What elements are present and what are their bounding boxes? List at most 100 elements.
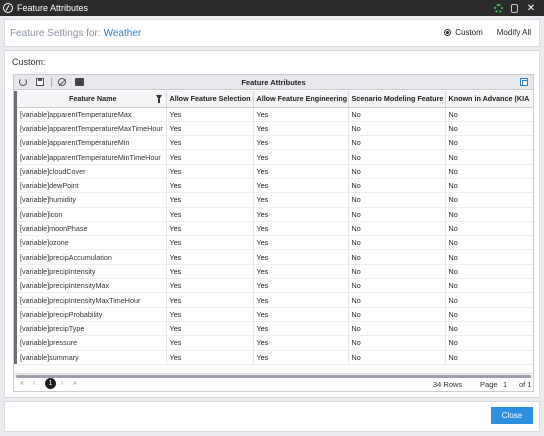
scenario-modeling-feature-cell[interactable]: No <box>348 178 446 194</box>
feature-name-cell[interactable]: [variable]apparentTemperatureMax <box>17 107 167 122</box>
filter-icon[interactable] <box>155 95 162 103</box>
scenario-modeling-feature-cell[interactable]: No <box>348 292 446 308</box>
last-page-button[interactable]: » <box>73 380 77 387</box>
table-row[interactable]: [variable]precipIntensityMaxTimeHour Yes Y… <box>14 292 533 308</box>
allow-feature-selection-cell[interactable]: Yes <box>166 207 254 222</box>
feature-name-cell[interactable]: [variable]precipIntensity <box>17 264 167 280</box>
allow-feature-engineering-cell[interactable]: Yes <box>253 135 349 151</box>
next-page-button[interactable]: › <box>61 380 63 387</box>
feature-name-cell[interactable]: [variable]summary <box>17 350 167 365</box>
known-in-advance-cell[interactable]: No <box>445 235 533 251</box>
known-in-advance-cell[interactable]: No <box>445 221 533 237</box>
modify-all-radio[interactable]: Modify All <box>497 28 531 37</box>
allow-feature-engineering-cell[interactable]: Yes <box>253 235 349 251</box>
allow-feature-selection-cell[interactable]: Yes <box>166 235 254 251</box>
table-row[interactable]: [variable]precipType Yes Yes No No <box>14 321 533 337</box>
feature-name-cell[interactable]: [variable]moonPhase <box>17 221 167 237</box>
feature-name-cell[interactable]: [variable]humidity <box>17 192 167 208</box>
allow-feature-selection-cell[interactable]: Yes <box>166 135 254 151</box>
feature-name-cell[interactable]: [variable]precipAccumulation <box>17 249 167 265</box>
known-in-advance-cell[interactable]: No <box>445 178 533 194</box>
table-row[interactable]: [variable]icon Yes Yes No No <box>14 207 533 222</box>
known-in-advance-cell[interactable]: No <box>445 307 533 322</box>
table-row[interactable]: [variable]ozone Yes Yes No No <box>14 235 533 251</box>
scenario-modeling-feature-cell[interactable]: No <box>348 350 446 365</box>
clipboard-icon[interactable] <box>511 3 518 13</box>
feature-name-cell[interactable]: [variable]icon <box>17 207 167 222</box>
allow-feature-engineering-cell[interactable]: Yes <box>253 121 349 137</box>
scenario-modeling-feature-cell[interactable]: No <box>348 121 446 137</box>
known-in-advance-cell[interactable]: No <box>445 121 533 137</box>
known-in-advance-cell[interactable]: No <box>445 249 533 265</box>
table-row[interactable]: [variable]precipProbability Yes Yes No No <box>14 307 533 322</box>
known-in-advance-cell[interactable]: No <box>445 207 533 222</box>
prev-page-button[interactable]: ‹ <box>33 380 35 387</box>
feature-name-cell[interactable]: [variable]apparentTemperatureMaxTimeHour <box>17 121 167 137</box>
known-in-advance-cell[interactable]: No <box>445 149 533 165</box>
scenario-modeling-feature-cell[interactable]: No <box>348 278 446 294</box>
allow-feature-selection-cell[interactable]: Yes <box>166 292 254 308</box>
feature-name-cell[interactable]: [variable]ozone <box>17 235 167 251</box>
allow-feature-selection-cell[interactable]: Yes <box>166 107 254 122</box>
known-in-advance-cell[interactable]: No <box>445 135 533 151</box>
allow-feature-selection-cell[interactable]: Yes <box>166 350 254 365</box>
known-in-advance-cell[interactable]: No <box>445 264 533 280</box>
custom-radio-dot[interactable] <box>444 29 452 36</box>
feature-name-cell[interactable]: [variable]pressure <box>17 335 167 351</box>
close-icon[interactable]: ✕ <box>526 3 536 13</box>
column-header-scenario-modeling-feature[interactable]: Scenario Modeling Feature <box>348 91 446 108</box>
table-row[interactable]: [variable]dewPoint Yes Yes No No <box>14 178 533 194</box>
allow-feature-engineering-cell[interactable]: Yes <box>253 292 349 308</box>
table-row[interactable]: [variable]humidity Yes Yes No No <box>14 192 533 208</box>
allow-feature-selection-cell[interactable]: Yes <box>166 264 254 280</box>
scenario-modeling-feature-cell[interactable]: No <box>348 264 446 280</box>
known-in-advance-cell[interactable]: No <box>445 278 533 294</box>
scenario-modeling-feature-cell[interactable]: No <box>348 321 446 337</box>
allow-feature-selection-cell[interactable]: Yes <box>166 249 254 265</box>
known-in-advance-cell[interactable]: No <box>445 192 533 208</box>
table-row[interactable]: [variable]apparentTemperatureMinTimeHour… <box>14 149 533 165</box>
current-page-button[interactable]: 1 <box>45 378 56 389</box>
scenario-modeling-feature-cell[interactable]: No <box>348 207 446 222</box>
allow-feature-selection-cell[interactable]: Yes <box>166 307 254 322</box>
allow-feature-selection-cell[interactable]: Yes <box>166 121 254 137</box>
feature-name-cell[interactable]: [variable]apparentTemperatureMin <box>17 135 167 151</box>
allow-feature-selection-cell[interactable]: Yes <box>166 335 254 351</box>
feature-name-cell[interactable]: [variable]precipIntensityMaxTimeHour <box>17 292 167 308</box>
scenario-modeling-feature-cell[interactable]: No <box>348 221 446 237</box>
known-in-advance-cell[interactable]: No <box>445 164 533 179</box>
allow-feature-selection-cell[interactable]: Yes <box>166 164 254 179</box>
feature-name-cell[interactable]: [variable]dewPoint <box>17 178 167 194</box>
scenario-modeling-feature-cell[interactable]: No <box>348 335 446 351</box>
close-button[interactable]: Close <box>491 407 533 424</box>
table-row[interactable]: [variable]apparentTemperatureMin Yes Yes No… <box>14 135 533 151</box>
table-row[interactable]: [variable]apparentTemperatureMax Yes Yes No… <box>14 107 533 122</box>
allow-feature-engineering-cell[interactable]: Yes <box>253 221 349 237</box>
feature-name-cell[interactable]: [variable]precipType <box>17 321 167 337</box>
allow-feature-engineering-cell[interactable]: Yes <box>253 164 349 179</box>
allow-feature-engineering-cell[interactable]: Yes <box>253 335 349 351</box>
known-in-advance-cell[interactable]: No <box>445 321 533 337</box>
known-in-advance-cell[interactable]: No <box>445 350 533 365</box>
known-in-advance-cell[interactable]: No <box>445 107 533 122</box>
feature-name-cell[interactable]: [variable]precipIntensityMax <box>17 278 167 294</box>
scenario-modeling-feature-cell[interactable]: No <box>348 307 446 322</box>
table-row[interactable]: [variable]precipIntensity Yes Yes No No <box>14 264 533 280</box>
scenario-modeling-feature-cell[interactable]: No <box>348 249 446 265</box>
custom-radio[interactable]: Custom <box>444 28 483 37</box>
allow-feature-engineering-cell[interactable]: Yes <box>253 178 349 194</box>
allow-feature-selection-cell[interactable]: Yes <box>166 149 254 165</box>
allow-feature-engineering-cell[interactable]: Yes <box>253 192 349 208</box>
table-row[interactable]: [variable]pressure Yes Yes No No <box>14 335 533 351</box>
feature-name-cell[interactable]: [variable]cloudCover <box>17 164 167 179</box>
table-row[interactable]: [variable]cloudCover Yes Yes No No <box>14 164 533 179</box>
allow-feature-selection-cell[interactable]: Yes <box>166 321 254 337</box>
allow-feature-engineering-cell[interactable]: Yes <box>253 321 349 337</box>
allow-feature-engineering-cell[interactable]: Yes <box>253 264 349 280</box>
column-header-allow-feature-engineering[interactable]: Allow Feature Engineering <box>253 91 349 108</box>
allow-feature-selection-cell[interactable]: Yes <box>166 192 254 208</box>
allow-feature-engineering-cell[interactable]: Yes <box>253 249 349 265</box>
scenario-modeling-feature-cell[interactable]: No <box>348 235 446 251</box>
allow-feature-selection-cell[interactable]: Yes <box>166 178 254 194</box>
page-number-input[interactable]: 1 <box>503 380 507 389</box>
